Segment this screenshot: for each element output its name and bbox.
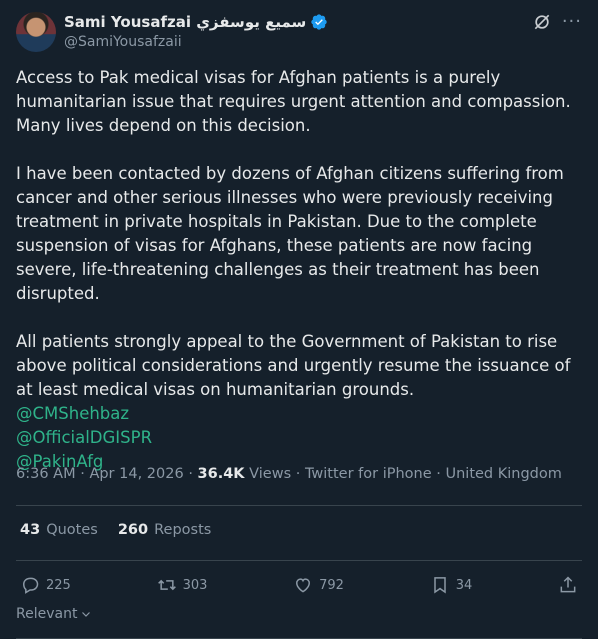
sort-replies-dropdown[interactable]: Relevant (16, 606, 92, 622)
tweet-text: Access to Pak medical visas for Afghan p… (16, 66, 582, 474)
like-icon (296, 578, 311, 593)
author-info: Sami Yousafzai سمیع یوسفزي @SamiYousafza… (64, 12, 328, 50)
views-count: 36.4K (197, 466, 245, 482)
bookmark-icon (433, 577, 446, 594)
tweet-time[interactable]: 6:36 AM (16, 466, 76, 482)
reply-button[interactable]: 225 (20, 575, 71, 595)
bookmark-button[interactable]: 34 (430, 575, 472, 595)
chevron-down-icon (82, 612, 91, 617)
engagement-stats: 43 Quotes 260 Reposts (20, 522, 211, 538)
tweet-paragraph: I have been contacted by dozens of Afgha… (16, 164, 570, 303)
like-button[interactable]: 792 (293, 575, 344, 595)
author-name-row: Sami Yousafzai سمیع یوسفزي (64, 12, 328, 32)
mention-link[interactable]: @CMShehbaz (16, 402, 582, 426)
grok-icon[interactable] (532, 12, 552, 32)
reposts-stat[interactable]: 260 Reposts (118, 522, 212, 538)
action-bar: 225 303 792 34 (20, 573, 578, 597)
divider (16, 505, 582, 506)
verified-icon (311, 14, 327, 30)
avatar[interactable] (16, 12, 56, 52)
tweet-paragraph: Access to Pak medical visas for Afghan p… (16, 68, 576, 135)
views-label: Views (249, 466, 292, 482)
share-icon (560, 576, 576, 593)
reply-icon (22, 577, 39, 594)
header-actions: ··· (532, 12, 582, 32)
divider (16, 560, 582, 561)
tweet-location: United Kingdom (445, 466, 562, 482)
tweet-meta: 6:36 AM · Apr 14, 2026 · 36.4K Views · T… (16, 466, 562, 482)
sort-label: Relevant (16, 606, 78, 622)
more-icon[interactable]: ··· (562, 12, 582, 32)
quotes-stat[interactable]: 43 Quotes (20, 522, 98, 538)
share-button[interactable] (558, 575, 578, 595)
mention-link[interactable]: @OfficialDGISPR (16, 426, 582, 450)
author-handle[interactable]: @SamiYousafzaii (64, 34, 328, 50)
repost-button[interactable]: 303 (157, 575, 207, 595)
repost-icon (157, 579, 176, 591)
tweet-paragraph: All patients strongly appeal to the Gove… (16, 332, 576, 399)
tweet-date[interactable]: Apr 14, 2026 (89, 466, 183, 482)
author-display-name[interactable]: Sami Yousafzai سمیع یوسفزي (64, 13, 306, 31)
tweet-source: Twitter for iPhone (304, 466, 432, 482)
tweet-header: Sami Yousafzai سمیع یوسفزي @SamiYousafza… (16, 12, 582, 56)
tweet-detail: Sami Yousafzai سمیع یوسفزي @SamiYousafza… (0, 0, 598, 639)
